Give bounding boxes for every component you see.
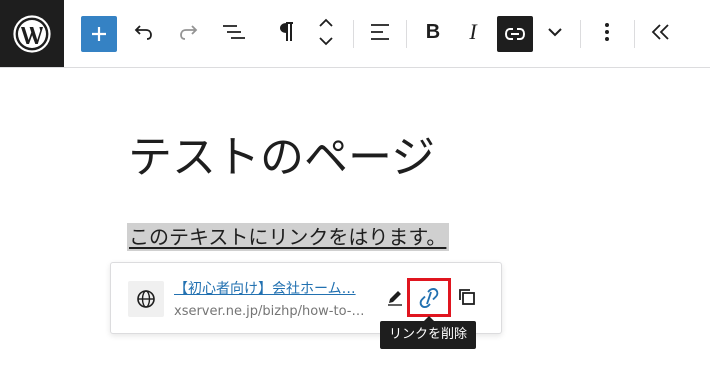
paragraph-block-button[interactable] [268,14,304,50]
link-title[interactable]: 【初心者向け】会社ホーム… [174,279,366,299]
align-button[interactable] [362,14,398,50]
undo-icon [134,25,152,40]
toolbar-separator [634,20,635,48]
undo-button[interactable] [126,14,162,50]
chevron-up-down-icon [319,18,333,46]
globe-icon [137,290,155,308]
plus-icon [92,27,106,41]
link-icon [504,28,526,40]
editor-toolbar: B I [0,0,710,68]
paragraph-icon [280,22,293,41]
chevron-double-left-icon [651,24,669,40]
link-button[interactable] [497,16,533,52]
pencil-icon [388,291,402,306]
document-overview-button[interactable] [215,14,251,50]
toolbar-separator [580,20,581,48]
link-favicon [128,281,164,317]
collapse-toolbar-button[interactable] [643,14,679,50]
unlink-icon [419,287,439,308]
more-vertical-icon [605,23,609,41]
unlink-button[interactable] [407,278,451,317]
unlink-tooltip: リンクを削除 [380,316,477,349]
toolbar-separator [406,20,407,48]
options-button[interactable] [589,14,625,50]
add-block-button[interactable] [81,16,117,52]
italic-button[interactable]: I [455,14,491,50]
redo-button[interactable] [170,14,206,50]
wordpress-logo-icon[interactable] [0,0,64,67]
link-url: xserver.ne.jp/bizhp/how-to-ma… [174,304,366,319]
bold-button[interactable]: B [415,14,451,50]
page-title[interactable]: テストのページ [128,132,435,185]
redo-icon [180,25,198,40]
align-left-icon [371,24,389,40]
copy-icon [459,289,475,305]
move-block-button[interactable] [308,14,344,50]
toolbar-separator [353,20,354,48]
list-view-icon [223,25,245,39]
selected-paragraph-text[interactable]: このテキストにリンクをはります。 [127,223,450,251]
more-rich-text-button[interactable] [537,14,573,50]
copy-link-button[interactable] [451,281,483,313]
chevron-down-icon [548,28,562,37]
